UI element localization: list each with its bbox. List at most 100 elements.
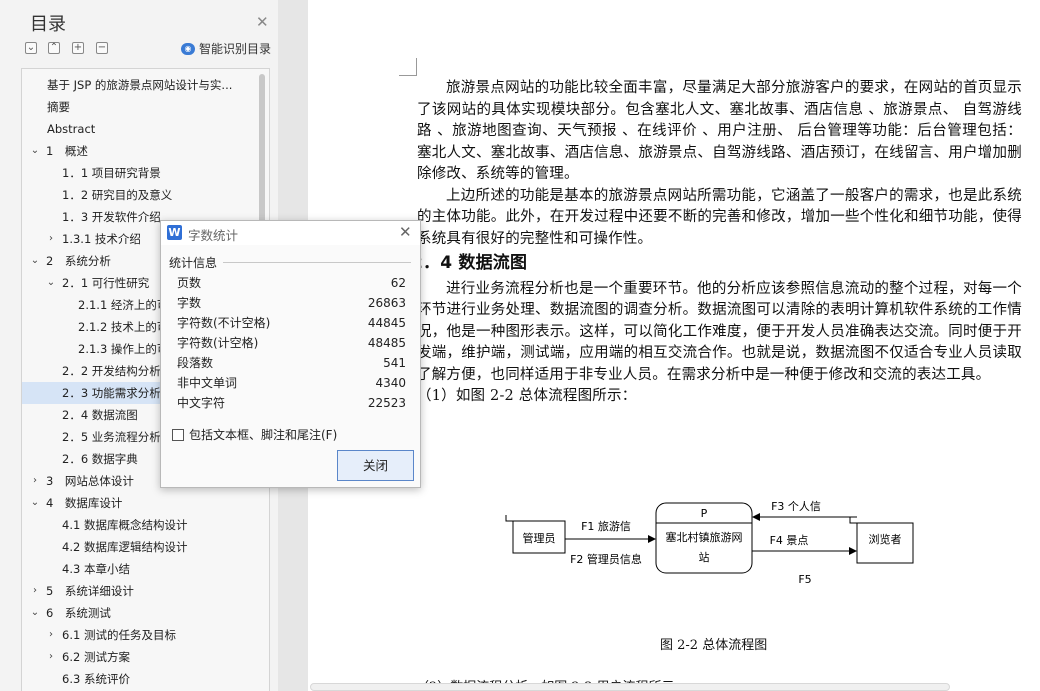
toc-item[interactable]: 基于 JSP 的旅游景点网站设计与实... <box>22 74 260 96</box>
stat-label: 中文字符 <box>177 396 226 410</box>
toc-item[interactable]: 4.1 数据库概念结构设计 <box>22 514 260 536</box>
toc-item[interactable]: Abstract <box>22 118 260 140</box>
remove-heading-icon[interactable]: − <box>96 42 108 54</box>
toc-item-label: 2．6 数据字典 <box>62 452 138 466</box>
checkbox-box[interactable] <box>172 428 184 441</box>
toc-item-label: 3 网站总体设计 <box>46 474 134 488</box>
stat-row: 字符数(计空格) 48485 <box>177 333 406 353</box>
collapse-all-icon[interactable]: ⌃ <box>48 42 60 54</box>
toc-item-label: 1 概述 <box>46 144 88 158</box>
toc-scrollbar[interactable] <box>259 74 265 244</box>
document-body[interactable]: 旅游景点网站的功能比较全面丰富，尽量满足大部分旅游客户的要求，在网站的首页显示了… <box>411 78 1022 408</box>
smart-toc-label: 智能识别目录 <box>199 42 272 56</box>
toc-item-label: 1．1 项目研究背景 <box>62 166 161 180</box>
stat-value: 62 <box>390 276 406 290</box>
toc-item-label: 4 数据库设计 <box>46 496 123 510</box>
chevron-down-icon[interactable]: ⌄ <box>30 140 40 162</box>
stat-value: 44845 <box>367 316 406 330</box>
process-label-1: 塞北村镇旅游网 <box>666 530 743 544</box>
toc-item[interactable]: 1．1 项目研究背景 <box>22 162 260 184</box>
toc-item-label: 4.1 数据库概念结构设计 <box>62 518 188 532</box>
flow-label-f1: F1 旅游信 <box>581 519 631 533</box>
stats-group-label: 统计信息 <box>169 256 218 270</box>
admin-label: 管理员 <box>523 531 556 545</box>
add-heading-icon[interactable]: + <box>72 42 84 54</box>
toc-item[interactable]: ⌄ 1 概述 <box>22 140 260 162</box>
close-button[interactable]: 关闭 <box>337 450 414 481</box>
chevron-down-icon[interactable]: ⌄ <box>46 272 56 294</box>
ai-icon: ◉ <box>181 42 195 55</box>
paragraph: （1）如图 2-2 总体流程图所示： <box>417 388 637 404</box>
toc-item-label: 2．5 业务流程分析 <box>62 430 161 444</box>
paragraph: 上边所述的功能是基本的旅游景点网站所需功能，它涵盖了一般客户的需求，也是此系统的… <box>417 187 1022 247</box>
stat-label: 段落数 <box>177 356 214 370</box>
stat-row: 字数 26863 <box>177 293 406 313</box>
word-count-dialog: W 字数统计 ✕ 统计信息 页数 62 字数 26863 字符数(不计空格) 44845 字… <box>160 220 421 488</box>
toc-item-label: 5 系统详细设计 <box>46 584 134 598</box>
dialog-titlebar[interactable]: W 字数统计 ✕ <box>161 221 420 245</box>
stat-row: 页数 62 <box>177 273 406 293</box>
flow-label-f3: F3 个人信 <box>771 500 821 513</box>
chevron-right-icon[interactable]: › <box>46 228 56 250</box>
stat-label: 字数 <box>177 296 202 310</box>
toc-item-label: 4.3 本章小结 <box>62 562 130 576</box>
flow-diagram: 管理员 P 塞北村镇旅游网 站 浏览者 F1 旅游信 F2 管理员信息 F3 个… <box>500 495 920 595</box>
toc-item-label: 6 系统测试 <box>46 606 111 620</box>
chevron-right-icon[interactable]: › <box>30 470 40 492</box>
toc-item[interactable]: ⌄ 4 数据库设计 <box>22 492 260 514</box>
toc-item[interactable]: 4.2 数据库逻辑结构设计 <box>22 536 260 558</box>
figure-caption: 图 2-2 总体流程图 <box>660 638 768 653</box>
paragraph: 旅游景点网站的功能比较全面丰富，尽量满足大部分旅游客户的要求，在网站的首页显示了… <box>417 80 1022 182</box>
process-id: P <box>701 507 708 520</box>
horizontal-scrollbar[interactable] <box>310 683 950 691</box>
stat-row: 中文字符 22523 <box>177 393 406 413</box>
toc-item-label: 1.3.1 技术介绍 <box>62 232 141 246</box>
stat-row: 字符数(不计空格) 44845 <box>177 313 406 333</box>
entity-bracket <box>849 517 857 524</box>
section-heading: 2．4 数据流图 <box>411 253 528 273</box>
stat-value: 4340 <box>375 376 406 390</box>
toc-item-label: 4.2 数据库逻辑结构设计 <box>62 540 188 554</box>
toc-item-label: 1．2 研究目的及意义 <box>62 188 173 202</box>
toc-item[interactable]: › 6.1 测试的任务及目标 <box>22 624 260 646</box>
stat-value: 48485 <box>367 336 406 350</box>
stat-value: 541 <box>383 356 406 370</box>
toc-item-label: 2．1 可行性研究 <box>62 276 150 290</box>
toc-item[interactable]: 4.3 本章小结 <box>22 558 260 580</box>
toc-close-icon[interactable]: ✕ <box>256 13 269 31</box>
dialog-title: 字数统计 <box>188 228 239 243</box>
toc-item-label: 2．4 数据流图 <box>62 408 138 422</box>
toc-item-label: 6.1 测试的任务及目标 <box>62 628 176 642</box>
toc-item[interactable]: 摘要 <box>22 96 260 118</box>
toc-item-label: 2 系统分析 <box>46 254 111 268</box>
chevron-right-icon[interactable]: › <box>30 580 40 602</box>
toc-item[interactable]: ⌄ 6 系统测试 <box>22 602 260 624</box>
expand-all-icon[interactable]: ⌄ <box>25 42 37 54</box>
flow-label-f2: F2 管理员信息 <box>570 552 642 566</box>
smart-toc-button[interactable]: ◉ 智能识别目录 <box>181 40 271 57</box>
chevron-right-icon[interactable]: › <box>46 646 56 668</box>
stat-row: 非中文单词 4340 <box>177 373 406 393</box>
toc-title: 目录 <box>30 14 66 35</box>
chevron-down-icon[interactable]: ⌄ <box>30 602 40 624</box>
stat-label: 字符数(计空格) <box>177 336 259 350</box>
stat-label: 页数 <box>177 276 202 290</box>
process-label-2: 站 <box>699 550 710 564</box>
toc-item[interactable]: › 5 系统详细设计 <box>22 580 260 602</box>
stat-label: 非中文单词 <box>177 376 238 390</box>
toc-item-label: 摘要 <box>47 100 70 114</box>
toc-item[interactable]: 1．2 研究目的及意义 <box>22 184 260 206</box>
entity-bracket <box>505 515 513 522</box>
toc-item-label: Abstract <box>47 122 96 136</box>
toc-item-label: 2．2 开发结构分析 <box>62 364 161 378</box>
chevron-down-icon[interactable]: ⌄ <box>30 250 40 272</box>
toc-item[interactable]: 6.3 系统评价 <box>22 668 260 690</box>
stat-value: 22523 <box>367 396 406 410</box>
chevron-right-icon[interactable]: › <box>46 624 56 646</box>
chevron-down-icon[interactable]: ⌄ <box>30 492 40 514</box>
include-textbox-checkbox[interactable]: 包括文本框、脚注和尾注(F) <box>172 426 337 443</box>
stat-value: 26863 <box>367 296 406 310</box>
toc-item[interactable]: › 6.2 测试方案 <box>22 646 260 668</box>
dialog-close-icon[interactable]: ✕ <box>399 223 412 241</box>
toc-item-label: 6.3 系统评价 <box>62 672 130 686</box>
